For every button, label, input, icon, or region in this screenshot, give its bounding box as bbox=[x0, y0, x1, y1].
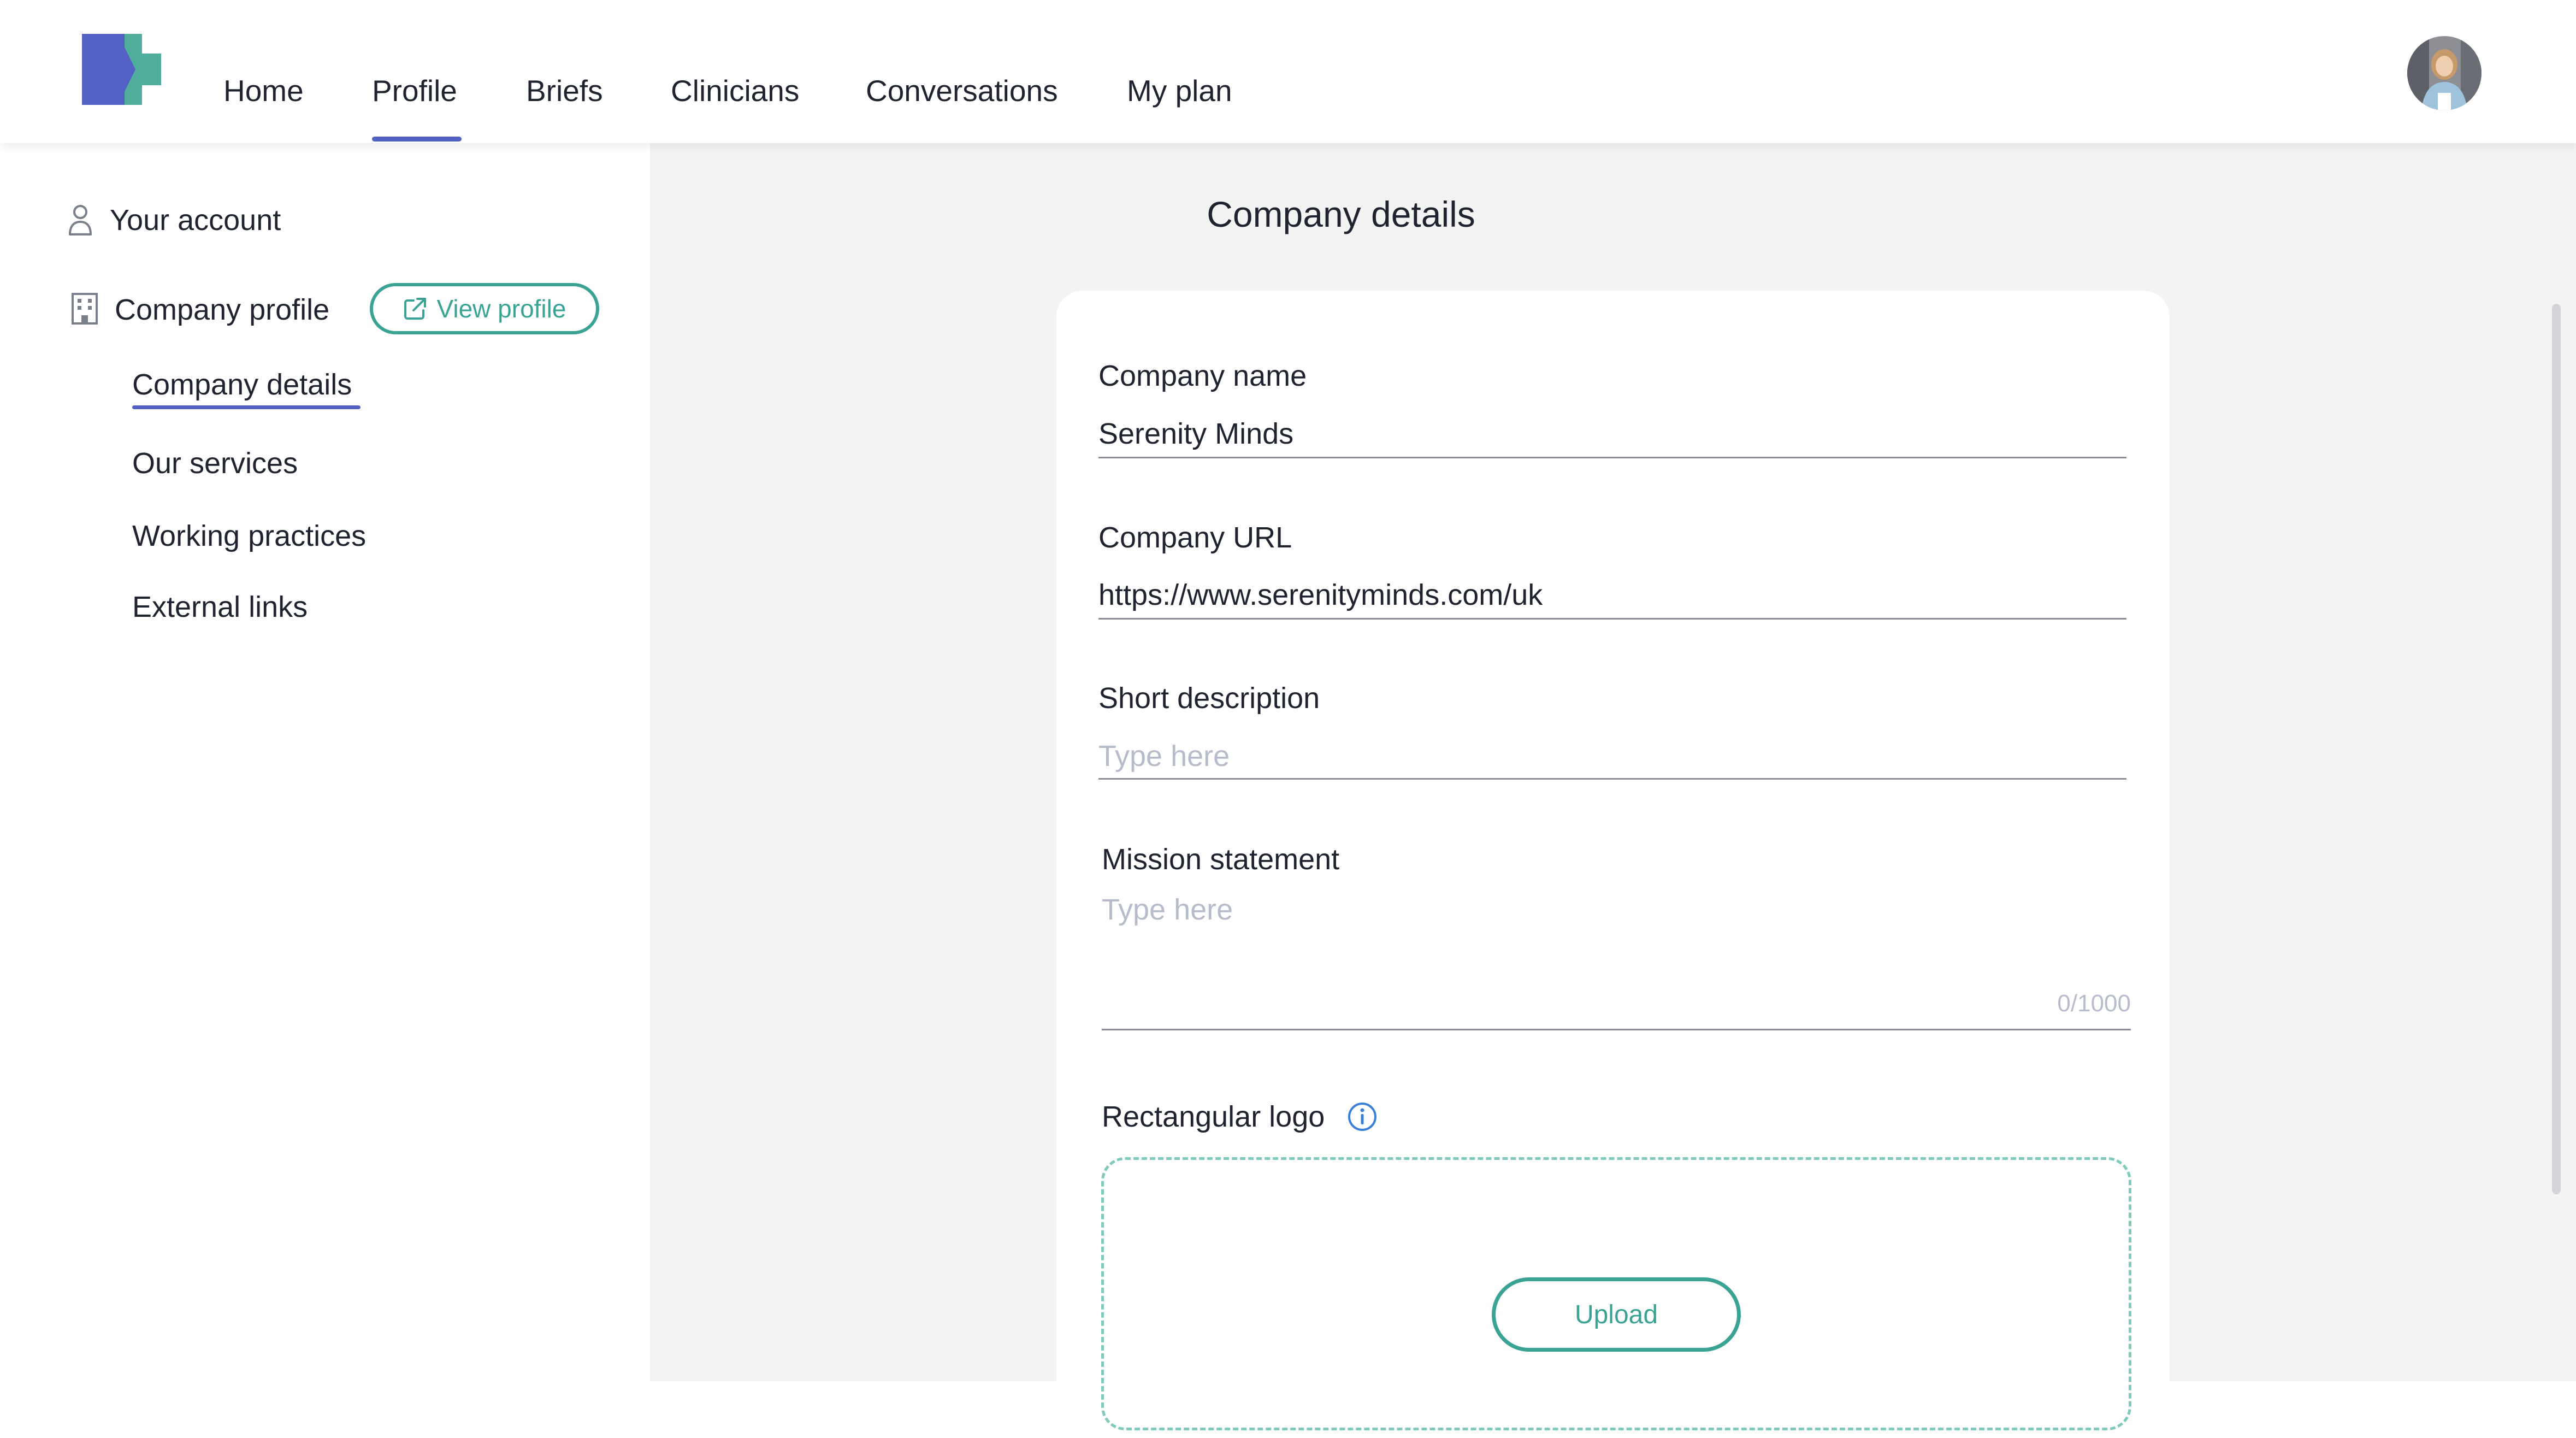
view-profile-label: View profile bbox=[436, 294, 566, 323]
sidebar-item-company-profile[interactable]: Company profile bbox=[115, 288, 329, 332]
mission-statement-underline bbox=[1102, 1029, 2131, 1030]
sidebar-subitem-working-practices[interactable]: Working practices bbox=[132, 514, 366, 558]
vertical-scrollbar[interactable] bbox=[2552, 304, 2561, 1194]
sidebar-item-your-account[interactable]: Your account bbox=[110, 198, 281, 242]
top-navigation-bar: Home Profile Briefs Clinicians Conversat… bbox=[0, 0, 2576, 143]
nav-active-indicator bbox=[372, 137, 462, 142]
company-url-input[interactable] bbox=[1098, 573, 2126, 617]
avatar[interactable] bbox=[2407, 36, 2482, 110]
upload-button-label: Upload bbox=[1574, 1300, 1658, 1329]
rectangular-logo-label: Rectangular logo bbox=[1102, 1100, 1325, 1133]
short-description-input[interactable] bbox=[1098, 734, 2126, 778]
sidebar-subitem-external-links[interactable]: External links bbox=[132, 585, 308, 629]
sidebar-active-indicator bbox=[132, 405, 361, 409]
nav-clinicians[interactable]: Clinicians bbox=[671, 69, 799, 113]
upload-button[interactable]: Upload bbox=[1492, 1277, 1741, 1352]
user-icon bbox=[69, 205, 92, 235]
mission-statement-textarea[interactable] bbox=[1102, 888, 2131, 970]
nav-conversations[interactable]: Conversations bbox=[866, 69, 1058, 113]
company-name-underline bbox=[1098, 457, 2126, 458]
info-icon[interactable] bbox=[1347, 1101, 1378, 1132]
nav-my-plan[interactable]: My plan bbox=[1127, 69, 1232, 113]
short-description-underline bbox=[1098, 778, 2126, 780]
nav-profile[interactable]: Profile bbox=[372, 69, 457, 113]
company-name-label: Company name bbox=[1098, 360, 1307, 392]
company-url-label: Company URL bbox=[1098, 521, 1292, 554]
mission-statement-counter-row: 0/1000 bbox=[1102, 990, 2131, 1023]
nav-home[interactable]: Home bbox=[223, 69, 304, 113]
external-link-icon bbox=[404, 298, 426, 320]
page-title: Company details bbox=[1207, 194, 1475, 234]
mission-statement-counter: 0/1000 bbox=[2057, 990, 2131, 1017]
view-profile-button[interactable]: View profile bbox=[370, 283, 599, 334]
mission-statement-label: Mission statement bbox=[1102, 843, 1340, 876]
avatar-image bbox=[2407, 36, 2482, 110]
sidebar-subitem-our-services[interactable]: Our services bbox=[132, 441, 298, 485]
company-url-underline bbox=[1098, 618, 2126, 620]
building-icon bbox=[72, 293, 98, 325]
company-name-input[interactable] bbox=[1098, 412, 2126, 456]
sidebar-subitem-company-details[interactable]: Company details bbox=[132, 363, 352, 406]
logo-mark[interactable] bbox=[82, 34, 161, 105]
nav-briefs[interactable]: Briefs bbox=[526, 69, 603, 113]
short-description-label: Short description bbox=[1098, 682, 1320, 715]
